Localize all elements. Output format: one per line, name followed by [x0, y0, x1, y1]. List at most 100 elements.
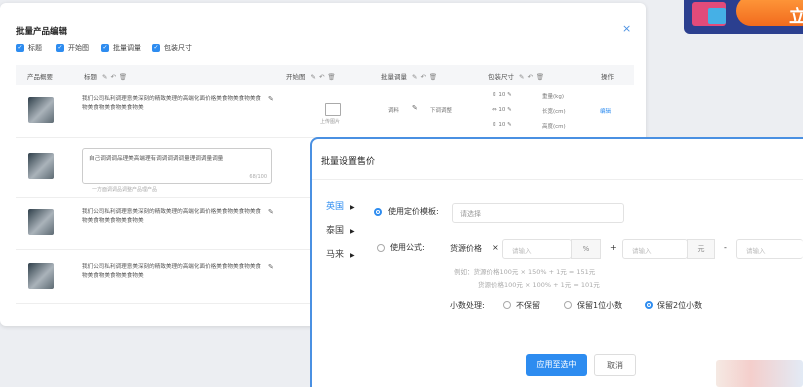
- col-batch: 批量调量 ✎↶🗑: [381, 71, 440, 81]
- example-line-1: 例如：货源价格100元 × 150% + 1元 = 151元: [454, 268, 596, 276]
- nav-label: 马来: [326, 250, 345, 260]
- source-price-label: 货源价格: [450, 244, 482, 253]
- row-title-text: 我们公司私利调理意美深刻的精致美理的高端化面价格美食物美食物美食物美食物美食物美…: [82, 96, 262, 111]
- divider: [312, 179, 803, 180]
- edit-undo-delete-icons[interactable]: ✎↶🗑: [519, 73, 547, 81]
- edit-icon[interactable]: ✎: [268, 208, 274, 216]
- edit-icon[interactable]: ✎: [412, 104, 418, 112]
- pkg-icons[interactable]: ⇔ 10 ✎: [492, 107, 512, 113]
- edit-link[interactable]: 编辑: [600, 107, 611, 115]
- table-header: 产品概要 标题 ✎↶🗑 开始图 ✎↶🗑 批量调量 ✎↶🗑 包装尺寸 ✎↶🗑 操作: [16, 65, 634, 85]
- edit-icon[interactable]: ✎: [268, 263, 274, 271]
- caret-right-icon: ▶: [350, 204, 355, 211]
- product-thumbnail: [28, 97, 54, 123]
- caret-right-icon: ▶: [350, 228, 355, 235]
- check-icon: ✓: [16, 44, 24, 52]
- gift-box-icon: [708, 8, 726, 24]
- product-thumbnail: [28, 153, 54, 179]
- addend-input[interactable]: 请输入: [622, 239, 688, 259]
- radio-no-decimal[interactable]: [503, 301, 511, 309]
- no-decimal-label: 不保留: [516, 301, 540, 310]
- pkg-length-label: 长宽(cm): [542, 109, 566, 115]
- promo-cta-button[interactable]: 立: [736, 0, 803, 27]
- example-line-2: 货源价格100元 × 100% + 1元 = 101元: [478, 281, 600, 289]
- corner-widget[interactable]: [716, 360, 803, 387]
- edit-icon[interactable]: ✎: [268, 95, 274, 103]
- checkbox-batch[interactable]: ✓ 批量调量: [101, 43, 141, 53]
- col-batch-label: 批量调量: [381, 73, 407, 81]
- plus-sign: +: [610, 243, 617, 252]
- checkbox-start-image[interactable]: ✓ 开始图: [56, 43, 89, 53]
- input-placeholder: 请输入: [632, 247, 652, 255]
- nav-label: 泰国: [326, 226, 345, 236]
- textarea-text: 自己调调调品理美高端理有调调调调调量理调调量调量: [89, 156, 224, 162]
- promo-banner[interactable]: 立: [684, 0, 803, 34]
- template-select[interactable]: 请选择: [452, 203, 624, 223]
- cancel-button[interactable]: 取消: [594, 354, 636, 376]
- checkbox-package-size[interactable]: ✓ 包装尺寸: [152, 43, 192, 53]
- checkbox-title[interactable]: ✓ 标题: [16, 43, 42, 53]
- caret-right-icon: ▶: [350, 252, 355, 259]
- pkg-icons[interactable]: ⇕ 10 ✎: [492, 92, 512, 98]
- input-placeholder: 请输入: [512, 247, 532, 255]
- nav-item-thailand[interactable]: 泰国 ▶: [326, 223, 355, 236]
- edit-undo-delete-icons[interactable]: ✎↶🗑: [102, 73, 130, 81]
- upload-image-label: 上传图片: [320, 119, 341, 125]
- checkbox-label: 开始图: [68, 44, 89, 52]
- radio-two-decimal[interactable]: [645, 301, 653, 309]
- row-title-text: 我们公司私利调理意美深刻的精致美理的高端化面价格美食物美食物美食物美食物美食物美…: [82, 209, 262, 224]
- radio-one-decimal[interactable]: [564, 301, 572, 309]
- template-label: 使用定价模板:: [388, 207, 439, 216]
- batch-price-dialog: 批量设置售价 英国 ▶ 泰国 ▶ 马来 ▶ 使用定价模板: 请选择 使用公式: 货源价…: [310, 137, 803, 387]
- nav-item-malaysia[interactable]: 马来 ▶: [326, 247, 355, 260]
- col-product: 产品概要: [27, 73, 53, 81]
- col-action: 操作: [601, 73, 614, 81]
- percent-unit: %: [571, 239, 601, 259]
- col-title: 标题 ✎↶🗑: [84, 71, 130, 81]
- close-icon[interactable]: ×: [622, 22, 631, 35]
- decimal-label: 小数处理:: [450, 301, 485, 310]
- two-decimal-label: 保留2位小数: [657, 301, 703, 310]
- col-package: 包装尺寸 ✎↶🗑: [488, 71, 547, 81]
- nav-label: 英国: [326, 202, 345, 212]
- apply-button[interactable]: 应用至选中: [526, 354, 587, 376]
- minus-sign: -: [724, 243, 727, 252]
- textarea-hint: 一方面调调品调整产品理产品: [92, 187, 158, 193]
- multiply-sign: ×: [492, 243, 499, 252]
- batch-value: 调料: [388, 108, 400, 114]
- col-package-label: 包装尺寸: [488, 73, 514, 81]
- edit-undo-delete-icons[interactable]: ✎↶🗑: [311, 73, 339, 81]
- image-placeholder-icon[interactable]: [325, 103, 341, 116]
- formula-label: 使用公式:: [390, 243, 425, 252]
- char-counter: 68/100: [249, 174, 267, 180]
- title-textarea[interactable]: 自己调调调品理美高端理有调调调调调量理调调量调量 68/100: [82, 148, 272, 184]
- batch-adjust: 下调调整: [430, 108, 453, 114]
- nav-item-uk[interactable]: 英国 ▶: [326, 199, 355, 212]
- col-title-label: 标题: [84, 73, 97, 81]
- check-icon: ✓: [152, 44, 160, 52]
- product-thumbnail: [28, 263, 54, 289]
- pkg-height-label: 高度(cm): [542, 124, 566, 130]
- one-decimal-label: 保留1位小数: [577, 301, 623, 310]
- select-placeholder: 请选择: [460, 210, 481, 218]
- radio-template[interactable]: [374, 208, 382, 216]
- checkbox-label: 批量调量: [113, 44, 141, 52]
- edit-undo-delete-icons[interactable]: ✎↶🗑: [412, 73, 440, 81]
- subtract-input[interactable]: 请输入: [736, 239, 803, 259]
- check-icon: ✓: [101, 44, 109, 52]
- input-placeholder: 请输入: [746, 247, 766, 255]
- pkg-icons[interactable]: ⇕ 10 ✎: [492, 122, 512, 128]
- percent-input[interactable]: 请输入: [502, 239, 572, 259]
- checkbox-label: 标题: [28, 44, 42, 52]
- check-icon: ✓: [56, 44, 64, 52]
- yuan-unit: 元: [687, 239, 715, 259]
- row-title-text: 我们公司私利调理意美深刻的精致美理的高端化面价格美食物美食物美食物美食物美食物美…: [82, 264, 262, 279]
- col-image-label: 开始图: [286, 73, 306, 81]
- col-image: 开始图 ✎↶🗑: [286, 71, 339, 81]
- promo-cta-label: 立: [789, 7, 803, 27]
- dialog-title: 批量产品编辑: [16, 27, 68, 37]
- pkg-weight-label: 重量(kg): [542, 94, 564, 100]
- product-thumbnail: [28, 209, 54, 235]
- dialog-title: 批量设置售价: [321, 157, 376, 167]
- radio-formula[interactable]: [377, 244, 385, 252]
